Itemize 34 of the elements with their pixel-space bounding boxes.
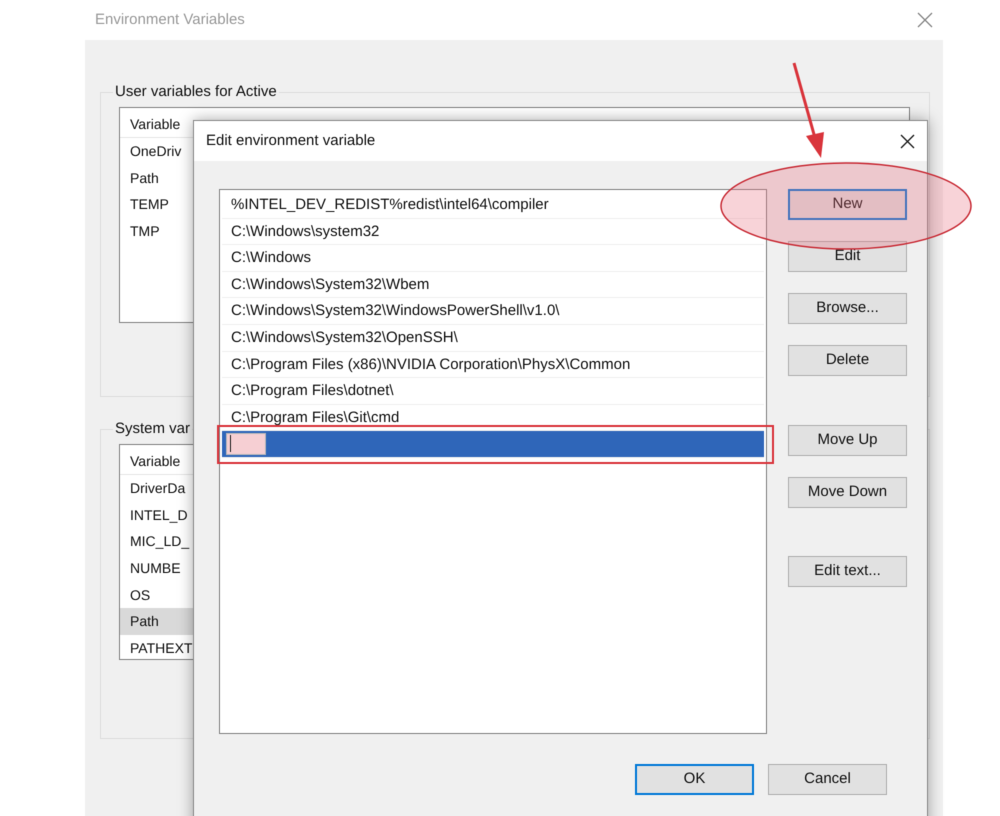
dialog-button[interactable]: Move Up	[788, 425, 907, 456]
variable-name[interactable]: TMP	[130, 223, 160, 240]
cancel-button[interactable]: Cancel	[768, 764, 887, 795]
variable-name[interactable]: Path	[130, 613, 159, 630]
path-entry[interactable]: C:\Program Files\dotnet\	[231, 382, 394, 400]
dialog-button[interactable]: Edit text...	[788, 556, 907, 587]
variable-name[interactable]: NUMBE	[130, 560, 181, 576]
variable-name[interactable]: TEMP	[130, 196, 169, 212]
variable-name[interactable]: OS	[130, 586, 150, 603]
variable-name[interactable]: INTEL_D	[130, 506, 188, 523]
path-entry[interactable]: %INTEL_DEV_REDIST%redist\intel64\compiler	[231, 196, 549, 213]
path-entry[interactable]: C:\Windows\System32\OpenSSH\	[231, 328, 458, 346]
variable-name[interactable]: PATHEXT	[130, 640, 192, 656]
path-entry[interactable]: C:\Program Files (x86)\NVIDIA Corporation\PhysX\Common	[231, 356, 630, 373]
dialog-button[interactable]: Edit	[788, 241, 907, 272]
window-title: Environment Variables	[94, 10, 245, 30]
ok-button[interactable]: OK	[635, 764, 754, 795]
path-entry[interactable]: C:\Windows\System32\WindowsPowerShell\v1.0\	[231, 302, 560, 320]
close-icon[interactable]	[900, 134, 915, 148]
path-entry[interactable]: C:\Program Files\Git\cmd	[231, 408, 400, 426]
input-field[interactable]	[226, 433, 266, 455]
variable-name[interactable]: OneDriv	[130, 143, 182, 159]
variable-name[interactable]: DriverDa	[130, 480, 186, 496]
dialog-button[interactable]: Delete	[788, 345, 907, 376]
dialog-button[interactable]: New	[788, 189, 907, 220]
dialog-button[interactable]: Move Down	[788, 477, 907, 508]
path-entry[interactable]: C:\Windows\System32\Wbem	[231, 276, 430, 293]
entry-row[interactable]	[222, 431, 764, 458]
path-entry[interactable]: C:\Windows\system32	[231, 222, 380, 240]
variable-name[interactable]: Path	[130, 170, 159, 186]
dialog-button[interactable]: Browse...	[788, 293, 907, 324]
text-cursor-icon	[230, 435, 231, 452]
variable-name[interactable]: MIC_LD_	[130, 533, 190, 550]
path-entry[interactable]: C:\Windows	[231, 249, 312, 266]
